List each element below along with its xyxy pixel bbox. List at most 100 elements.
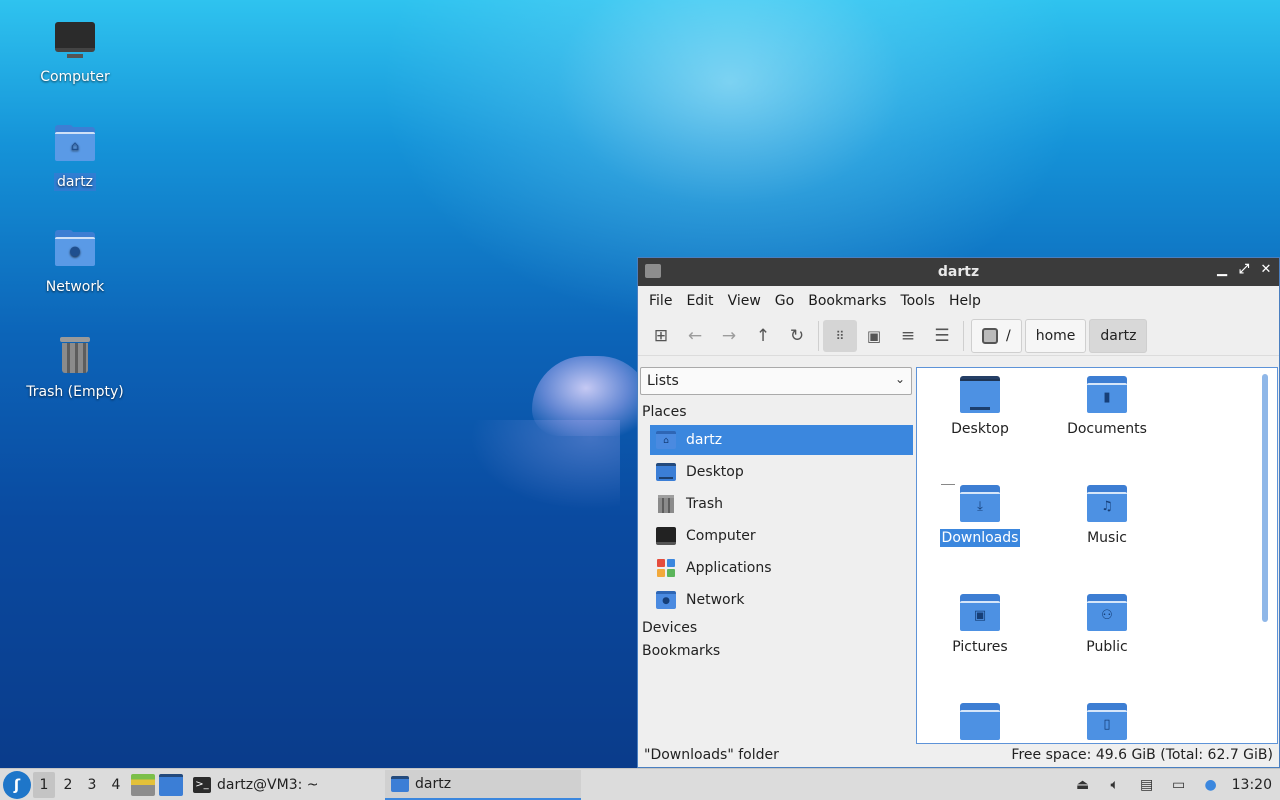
- home-folder-icon: ⌂: [53, 123, 97, 167]
- compact-view-button[interactable]: ≡: [891, 320, 925, 352]
- path-segment-label: home: [1035, 327, 1076, 344]
- show-desktop-icon[interactable]: [159, 773, 183, 796]
- sidebar: Lists ⌄ Places ⌂ dartz Desktop Trash Com…: [638, 366, 915, 744]
- system-tray: ⏏ 🔈︎ ▤ ▭ ● 13:20: [1072, 769, 1280, 800]
- eject-icon[interactable]: ⏏: [1072, 775, 1094, 795]
- menu-bookmarks[interactable]: Bookmarks: [801, 293, 893, 309]
- drive-icon: [982, 327, 998, 344]
- image-icon: ▣: [866, 326, 882, 345]
- taskbar-task-terminal[interactable]: >_ dartz@VM3: ~: [187, 770, 381, 800]
- path-root-button[interactable]: /: [971, 318, 1022, 353]
- computer-icon: [53, 18, 97, 62]
- grid-icon: ⠿: [835, 328, 845, 343]
- desktop-folder-icon: [656, 463, 676, 481]
- back-button[interactable]: ←: [678, 320, 712, 352]
- menu-file[interactable]: File: [642, 293, 679, 309]
- file-item-documents[interactable]: ▮ Documents: [1052, 376, 1162, 438]
- toolbar-separator: [818, 320, 819, 351]
- workspace-3[interactable]: 3: [81, 772, 103, 798]
- network-folder-icon: ●: [53, 228, 97, 272]
- downloads-folder-icon: ⤓: [960, 485, 1000, 523]
- new-window-button[interactable]: ⊞: [644, 320, 678, 352]
- sidebar-item-trash[interactable]: Trash: [650, 489, 913, 519]
- volume-icon[interactable]: 🔈︎: [1104, 775, 1126, 795]
- minimize-button[interactable]: ▁: [1215, 262, 1229, 277]
- network-icon[interactable]: ▭: [1168, 775, 1190, 795]
- network-folder-icon: ●: [656, 591, 676, 609]
- templates-folder-icon: ▯: [1087, 703, 1127, 741]
- file-item-pictures[interactable]: ▣ Pictures: [925, 594, 1035, 656]
- menu-go[interactable]: Go: [768, 293, 801, 309]
- computer-icon: [656, 527, 676, 545]
- places-header[interactable]: Places: [642, 404, 687, 420]
- file-cabinet-icon[interactable]: [131, 773, 155, 796]
- sidebar-item-desktop[interactable]: Desktop: [650, 457, 913, 487]
- file-item-public[interactable]: ⚇ Public: [1052, 594, 1162, 656]
- workspace-4[interactable]: 4: [105, 772, 127, 798]
- desktop-icon-label: Network: [45, 279, 105, 295]
- menu-edit[interactable]: Edit: [679, 293, 720, 309]
- path-segment-home[interactable]: home: [1024, 318, 1087, 353]
- applications-icon: [656, 559, 676, 577]
- desktop-icon-network[interactable]: ● Network: [20, 228, 130, 296]
- home-folder-icon: ⌂: [656, 431, 676, 449]
- desktop-folder-icon: [960, 376, 1000, 414]
- file-item-label: Pictures: [952, 639, 1008, 655]
- arrow-right-icon: →: [721, 325, 737, 346]
- sidebar-item-label: Trash: [686, 496, 723, 512]
- close-button[interactable]: ✕: [1259, 262, 1273, 277]
- file-item-downloads[interactable]: ⤓ Downloads: [925, 485, 1035, 547]
- workspace-1[interactable]: 1: [33, 771, 55, 798]
- update-notifier-icon[interactable]: ●: [1200, 775, 1222, 795]
- sidebar-mode-select[interactable]: Lists ⌄: [640, 367, 912, 395]
- thumbnail-view-button[interactable]: ▣: [857, 320, 891, 352]
- trash-icon: [53, 333, 97, 377]
- desktop-icon-computer[interactable]: Computer: [20, 18, 130, 86]
- window-titlebar[interactable]: dartz ▁ ⤢ ✕: [638, 258, 1279, 286]
- path-root-label: /: [1006, 327, 1011, 344]
- reload-icon: ↻: [789, 325, 805, 346]
- scrollbar[interactable]: [1262, 374, 1268, 622]
- sidebar-item-dartz[interactable]: ⌂ dartz: [650, 425, 913, 455]
- detailed-view-button[interactable]: ☰: [925, 320, 959, 352]
- desktop-icon-label: Computer: [40, 69, 110, 85]
- taskbar: ʃ 1 2 3 4 >_ dartz@VM3: ~ dartz ⏏ 🔈︎ ▤ ▭…: [0, 768, 1280, 800]
- sidebar-item-label: Network: [686, 592, 745, 608]
- path-segment-dartz[interactable]: dartz: [1089, 318, 1148, 353]
- sidebar-item-computer[interactable]: Computer: [650, 521, 913, 551]
- up-button[interactable]: ↑: [746, 320, 780, 352]
- desktop-icon-home[interactable]: ⌂ dartz: [20, 123, 130, 191]
- menu-help[interactable]: Help: [942, 293, 988, 309]
- list-icon: ≡: [900, 325, 916, 346]
- icon-view-button[interactable]: ⠿: [823, 319, 857, 352]
- documents-folder-icon: ▮: [1087, 376, 1127, 414]
- sidebar-mode-value: Lists: [647, 373, 679, 389]
- taskbar-task-file-manager[interactable]: dartz: [385, 769, 581, 800]
- desktop-icon-trash[interactable]: Trash (Empty): [20, 333, 130, 401]
- file-view[interactable]: Desktop ▮ Documents ⤓ Downloads ♫ Music …: [916, 367, 1278, 744]
- sidebar-item-network[interactable]: ● Network: [650, 585, 913, 615]
- maximize-button[interactable]: ⤢: [1237, 262, 1251, 277]
- start-menu-button[interactable]: ʃ: [3, 770, 31, 799]
- clock[interactable]: 13:20: [1232, 777, 1272, 793]
- folder-icon: [391, 775, 409, 792]
- clipboard-icon[interactable]: ▤: [1136, 775, 1158, 795]
- devices-header[interactable]: Devices: [642, 620, 697, 636]
- file-item-label: Music: [1087, 530, 1127, 546]
- forward-button[interactable]: →: [712, 320, 746, 352]
- file-item-label: Public: [1086, 639, 1128, 655]
- path-segment-label: dartz: [1100, 327, 1137, 344]
- window-title: dartz: [937, 264, 980, 280]
- workspace-2[interactable]: 2: [57, 772, 79, 798]
- file-item-music[interactable]: ♫ Music: [1052, 485, 1162, 547]
- file-item-desktop[interactable]: Desktop: [925, 376, 1035, 438]
- menu-view[interactable]: View: [721, 293, 768, 309]
- menu-tools[interactable]: Tools: [893, 293, 942, 309]
- sidebar-item-applications[interactable]: Applications: [650, 553, 913, 583]
- reload-button[interactable]: ↻: [780, 320, 814, 352]
- task-label: dartz: [415, 775, 452, 792]
- pictures-folder-icon: ▣: [960, 594, 1000, 632]
- status-selection: "Downloads" folder: [644, 747, 779, 763]
- folder-icon: [645, 264, 661, 278]
- bookmarks-header[interactable]: Bookmarks: [642, 643, 720, 659]
